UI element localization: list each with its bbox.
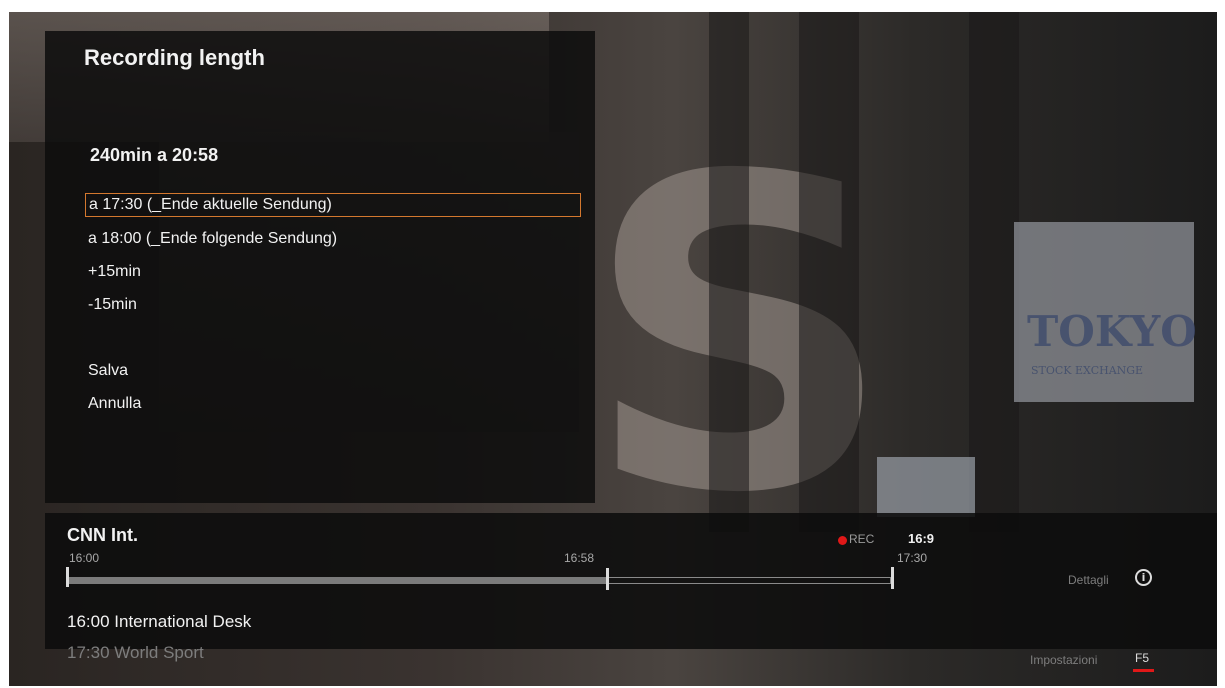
- details-label[interactable]: Dettagli: [1068, 573, 1109, 587]
- rec-label: REC: [849, 532, 875, 546]
- timeline-current-time: 16:58: [564, 551, 595, 565]
- background-stripe: [799, 12, 859, 532]
- info-icon[interactable]: i: [1135, 569, 1152, 586]
- background-stripe: [969, 12, 1019, 532]
- option-end-current-show[interactable]: a 17:30 (_Ende aktuelle Sendung): [85, 193, 581, 217]
- timeline-end-marker: [891, 567, 894, 589]
- menu-spacer: [85, 326, 581, 359]
- rec-indicator-icon: [838, 536, 847, 545]
- current-program: 16:00 International Desk: [67, 612, 252, 631]
- option-minus-15min[interactable]: -15min: [85, 293, 581, 317]
- timeline-elapsed-bar: [67, 577, 607, 584]
- current-length-value: 240min a 20:58: [90, 145, 219, 165]
- f5-key-underline: [1133, 669, 1154, 672]
- background-sign-subtext: STOCK EXCHANGE: [1031, 364, 1144, 377]
- dialog-title: Recording length: [84, 45, 265, 70]
- option-plus-15min[interactable]: +15min: [85, 260, 581, 284]
- background-stripe: [709, 12, 749, 532]
- timeline-end-time: 17:30: [897, 551, 928, 565]
- tv-screen: S TOKYO STOCK EXCHANGE Recording length …: [9, 12, 1217, 686]
- option-end-next-show[interactable]: a 18:00 (_Ende folgende Sendung): [85, 227, 581, 251]
- aspect-ratio-label: 16:9: [908, 531, 935, 546]
- settings-label[interactable]: Impostazioni: [1030, 653, 1097, 667]
- save-button[interactable]: Salva: [85, 359, 581, 383]
- recording-length-dialog: Recording length 240min a 20:58 a 17:30 …: [45, 31, 595, 503]
- channel-info-bar: CNN Int. 16:00 16:58 17:30 REC 16:9 16:0…: [45, 513, 1217, 672]
- background-sign-word: TOKYO: [1027, 307, 1197, 356]
- timeline-remaining-bar: [607, 577, 891, 584]
- background-globe: [877, 457, 975, 517]
- next-program: 17:30 World Sport: [67, 643, 204, 662]
- timeline-start-time: 16:00: [69, 551, 100, 565]
- option-list: a 17:30 (_Ende aktuelle Sendung) a 18:00…: [85, 193, 581, 425]
- timeline-current-marker: [606, 568, 609, 590]
- f5-key-label[interactable]: F5: [1135, 651, 1149, 665]
- timeline-start-marker: [66, 567, 69, 587]
- cancel-button[interactable]: Annulla: [85, 392, 581, 416]
- channel-name: CNN Int.: [67, 525, 138, 545]
